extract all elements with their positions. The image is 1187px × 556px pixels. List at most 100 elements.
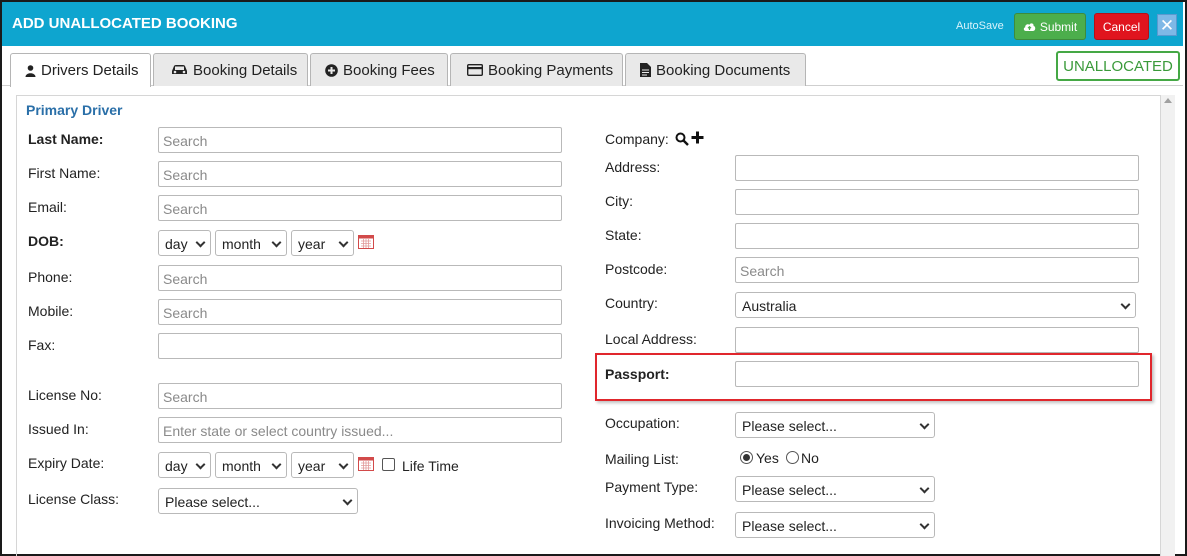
search-icon[interactable] xyxy=(675,132,689,146)
tab-booking-details[interactable]: Booking Details xyxy=(153,53,308,86)
user-icon xyxy=(25,64,36,77)
cancel-label: Cancel xyxy=(1102,19,1141,34)
license-no-label: License No: xyxy=(28,387,102,403)
life-time-checkbox[interactable] xyxy=(382,458,395,471)
tab-booking-fees[interactable]: Booking Fees xyxy=(310,53,448,86)
mailing-list-yes-radio[interactable] xyxy=(740,451,753,464)
dialog-title: ADD UNALLOCATED BOOKING xyxy=(12,15,238,32)
tab-label: Booking Payments xyxy=(488,61,614,79)
chevron-down-icon xyxy=(919,519,930,530)
chevron-down-icon xyxy=(338,459,349,470)
payment-type-label: Payment Type: xyxy=(605,479,699,495)
issued-in-input[interactable]: Enter state or select country issued... xyxy=(158,417,562,443)
expiry-year-select[interactable]: year xyxy=(291,452,354,478)
submit-button[interactable]: Submit xyxy=(1014,13,1086,40)
chevron-down-icon xyxy=(195,459,206,470)
life-time-label: Life Time xyxy=(402,458,459,474)
chevron-down-icon xyxy=(919,419,930,430)
select-value: year xyxy=(298,236,326,252)
phone-label: Phone: xyxy=(28,269,73,285)
email-label: Email: xyxy=(28,199,67,215)
select-value: month xyxy=(222,236,261,252)
select-value: day xyxy=(165,236,188,252)
mailing-list-no-label: No xyxy=(801,450,819,466)
mobile-input[interactable]: Search xyxy=(158,299,562,325)
passport-input[interactable] xyxy=(735,361,1139,387)
mobile-label: Mobile: xyxy=(28,303,74,319)
tab-booking-payments[interactable]: Booking Payments xyxy=(450,53,623,86)
chevron-down-icon xyxy=(342,495,353,506)
select-value: day xyxy=(165,458,188,474)
expiry-month-select[interactable]: month xyxy=(215,452,287,478)
first-name-input[interactable]: Search xyxy=(158,161,562,187)
cancel-button[interactable]: Cancel xyxy=(1094,13,1149,40)
invoicing-method-label: Invoicing Method: xyxy=(605,515,715,531)
select-value: Australia xyxy=(742,298,797,314)
mailing-list-yes-label: Yes xyxy=(756,450,779,466)
passport-label: Passport: xyxy=(605,366,670,382)
fax-input[interactable] xyxy=(158,333,562,359)
autosave-label[interactable]: AutoSave xyxy=(956,20,1004,32)
plus-circle-icon xyxy=(325,63,338,77)
address-label: Address: xyxy=(605,159,661,175)
chevron-down-icon xyxy=(195,237,206,248)
select-value: Please select... xyxy=(742,518,837,534)
status-badge: UNALLOCATED xyxy=(1056,51,1180,81)
tab-booking-documents[interactable]: Booking Documents xyxy=(625,53,806,86)
calendar-icon[interactable] xyxy=(358,456,374,471)
payment-type-select[interactable]: Please select... xyxy=(735,476,935,502)
expiry-day-select[interactable]: day xyxy=(158,452,211,478)
occupation-select[interactable]: Please select... xyxy=(735,412,935,438)
cloud-upload-icon xyxy=(1023,23,1036,31)
select-value: month xyxy=(222,458,261,474)
plus-icon[interactable] xyxy=(691,131,704,144)
local-address-input[interactable] xyxy=(735,327,1139,353)
postcode-input[interactable]: Search xyxy=(735,257,1139,283)
city-input[interactable] xyxy=(735,189,1139,215)
calendar-icon[interactable] xyxy=(358,234,374,249)
country-label: Country: xyxy=(605,295,658,311)
state-input[interactable] xyxy=(735,223,1139,249)
tab-label: Drivers Details xyxy=(41,62,139,79)
tab-label: Booking Fees xyxy=(343,61,435,79)
chevron-down-icon xyxy=(919,483,930,494)
dob-day-select[interactable]: day xyxy=(158,230,211,256)
postcode-label: Postcode: xyxy=(605,261,668,277)
fax-label: Fax: xyxy=(28,337,56,353)
first-name-label: First Name: xyxy=(28,165,101,181)
email-input[interactable]: Search xyxy=(158,195,562,221)
state-label: State: xyxy=(605,227,642,243)
submit-label: Submit xyxy=(1039,19,1078,34)
close-button[interactable]: ✕ xyxy=(1157,14,1177,36)
section-title: Primary Driver xyxy=(26,102,123,118)
expiry-date-label: Expiry Date: xyxy=(28,455,105,471)
invoicing-method-select[interactable]: Please select... xyxy=(735,512,935,538)
dob-year-select[interactable]: year xyxy=(291,230,354,256)
dialog-header: ADD UNALLOCATED BOOKING AutoSave xyxy=(2,2,1183,46)
select-value: year xyxy=(298,458,326,474)
license-class-label: License Class: xyxy=(28,491,120,507)
occupation-label: Occupation: xyxy=(605,415,680,431)
tab-drivers-details[interactable]: Drivers Details xyxy=(10,53,151,87)
phone-input[interactable]: Search xyxy=(158,265,562,291)
tab-label: Booking Documents xyxy=(656,61,791,79)
chevron-down-icon xyxy=(1120,299,1131,310)
address-input[interactable] xyxy=(735,155,1139,181)
scroll-up-icon[interactable] xyxy=(1164,98,1172,103)
license-no-input[interactable]: Search xyxy=(158,383,562,409)
close-icon: ✕ xyxy=(1159,15,1175,35)
scrollbar[interactable] xyxy=(1161,95,1175,556)
select-value: Please select... xyxy=(742,418,837,434)
issued-in-label: Issued In: xyxy=(28,421,89,437)
mailing-list-label: Mailing List: xyxy=(605,451,679,467)
license-class-select[interactable]: Please select... xyxy=(158,488,358,514)
select-value: Please select... xyxy=(742,482,837,498)
last-name-input[interactable]: Search xyxy=(158,127,562,153)
tab-label: Booking Details xyxy=(193,61,298,79)
document-icon xyxy=(640,63,651,77)
dob-month-select[interactable]: month xyxy=(215,230,287,256)
car-icon xyxy=(172,65,187,74)
country-select[interactable]: Australia xyxy=(735,292,1136,318)
mailing-list-no-radio[interactable] xyxy=(786,451,799,464)
select-value: Please select... xyxy=(165,494,260,510)
